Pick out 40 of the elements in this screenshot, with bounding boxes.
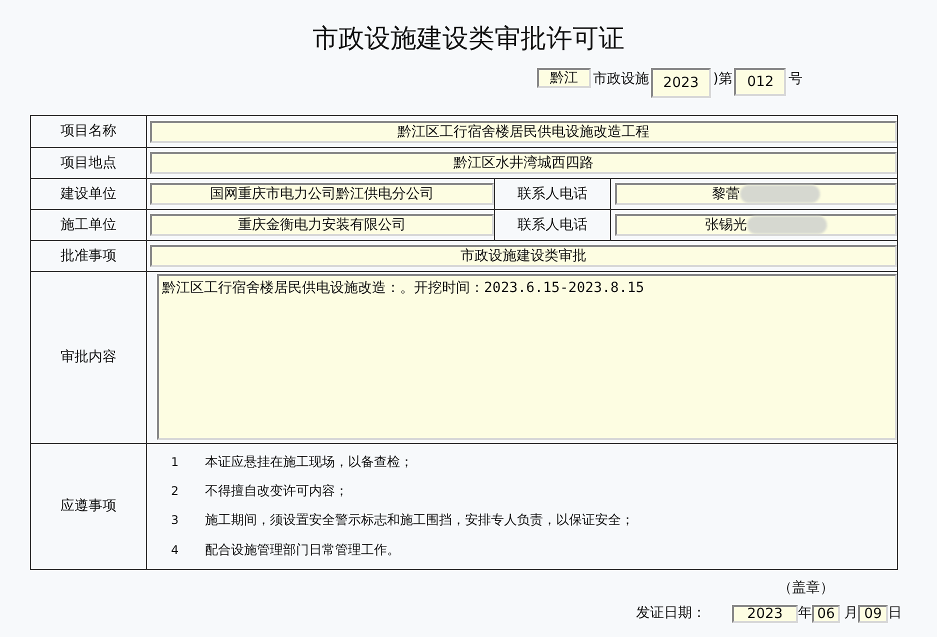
date-unit: 年 (798, 604, 812, 623)
text-field[interactable]: 黔江区水井湾城西四路 (150, 152, 897, 174)
field-label: 项目名称 (60, 122, 116, 141)
date-unit: 月 (844, 604, 858, 623)
date-unit: 日 (888, 604, 902, 623)
text-field[interactable]: 市政设施建设类审批 (150, 245, 897, 267)
field-label: 应遵事项 (60, 497, 116, 516)
day-field[interactable]: 09 (858, 604, 888, 622)
rule-text: 施工期间，须设置安全警示标志和施工围挡，安排专人负责，以保证安全； (205, 512, 634, 530)
text-field[interactable]: 国网重庆市电力公司黔江供电分公司 (150, 183, 494, 205)
text-field[interactable]: 黔江区工行宿舍楼居民供电设施改造工程 (150, 120, 897, 142)
item-number: 4 (171, 542, 180, 559)
number-label: )第 (713, 70, 732, 89)
year-field[interactable]: 2023 (732, 604, 798, 622)
text-field[interactable]: 重庆金衡电力安装有限公司 (150, 214, 494, 236)
field-label: 联系人电话 (518, 216, 588, 234)
item-number: 2 (171, 483, 180, 500)
month-field[interactable]: 06 (812, 604, 840, 622)
item-number: 1 (171, 454, 180, 471)
year-field[interactable]: 2023 (651, 68, 711, 98)
field-label: 施工单位 (60, 216, 116, 234)
number-label: 号 (788, 70, 802, 89)
rule-text: 本证应悬挂在施工现场，以备查检； (205, 454, 413, 472)
text-field[interactable]: 张锡光 (615, 214, 897, 236)
field-label: 批准事项 (60, 246, 116, 266)
field-label: 建设单位 (60, 184, 116, 204)
rule-text: 不得擅自改变许可内容； (205, 483, 348, 502)
seal-label: （盖章） (778, 579, 834, 598)
serial-field[interactable]: 012 (734, 68, 786, 96)
field-label: 审批内容 (60, 348, 116, 367)
item-number: 3 (171, 512, 180, 530)
form-title: 市政设施建设类审批许可证 (312, 23, 626, 56)
date-label: 发证日期： (636, 604, 707, 623)
field-label: 联系人电话 (518, 184, 588, 204)
number-label: 市政设施 (593, 70, 649, 89)
text-field[interactable]: 黎蕾 (615, 183, 897, 205)
field-label: 项目地点 (60, 154, 116, 172)
rule-text: 配合设施管理部门日常管理工作。 (205, 542, 400, 560)
text-area[interactable]: 黔江区工行宿舍楼居民供电设施改造：。开挖时间：2023.6.15-2023.8.15 (157, 274, 897, 440)
district-field[interactable]: 黔江 (537, 68, 591, 88)
